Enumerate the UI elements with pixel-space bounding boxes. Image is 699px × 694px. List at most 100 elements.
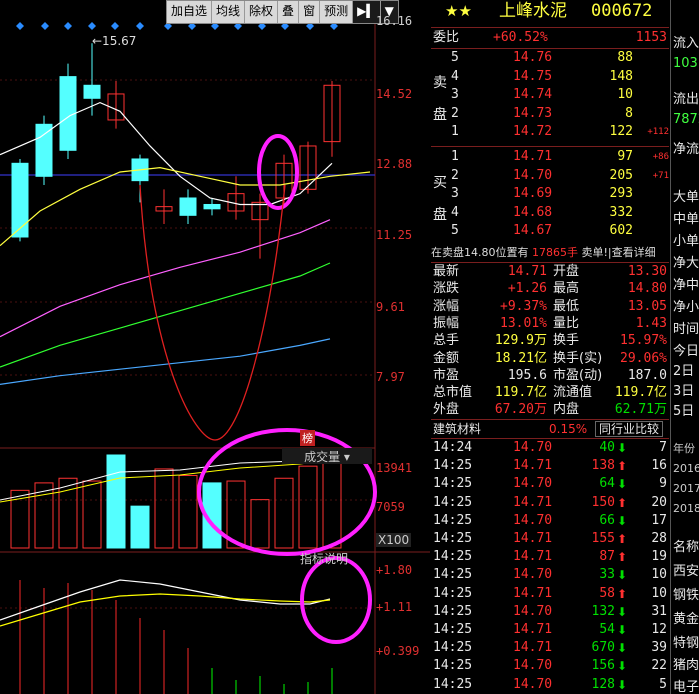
side-item[interactable]: 今日 — [673, 340, 699, 359]
sell-level-row[interactable]: 5 14.76 88 — [431, 49, 669, 67]
exright-button[interactable]: 除权 — [245, 1, 279, 23]
side-item[interactable]: 5日 — [673, 400, 694, 419]
side-item[interactable]: 小单 — [673, 230, 699, 249]
side-item[interactable]: 净大 — [673, 252, 699, 271]
tick-volume: 156 — [591, 658, 615, 674]
tick-volume: 54 — [599, 622, 615, 637]
side-item[interactable]: 1031 — [673, 56, 699, 71]
tick-price: 14.71 — [513, 549, 553, 565]
tick-price: 14.70 — [513, 603, 553, 619]
annotation-circle-indicator — [300, 556, 372, 644]
sector-name[interactable]: 建筑材料 — [433, 420, 481, 438]
sell-level-row[interactable]: 4 14.75 148 — [431, 68, 669, 86]
candle-body — [83, 84, 101, 99]
side-item[interactable]: 流入 — [673, 32, 699, 51]
notice-volume: 17865手 — [532, 246, 578, 259]
side-item[interactable]: 黄金 — [673, 608, 699, 627]
arrow-down-icon: ⬇ — [616, 604, 627, 619]
side-item[interactable]: 大单 — [673, 186, 699, 205]
tick-time: 14:25 — [433, 458, 473, 474]
tick-count: 10 — [651, 567, 667, 583]
level-price: 14.72 — [513, 124, 553, 139]
side-item[interactable]: 电子 — [673, 676, 699, 694]
level-price: 14.70 — [513, 167, 553, 183]
tick-count: 12 — [651, 622, 667, 637]
tick-price: 14.70 — [513, 440, 553, 455]
tick-volume: 155 — [591, 531, 615, 546]
sell-level-row[interactable]: 1 14.72 122 +112 — [431, 123, 669, 141]
tick-count: 7 — [659, 440, 667, 455]
stat-value: 187.0 — [627, 367, 667, 383]
volume-label: 成交量 — [304, 450, 341, 464]
ma-lines-group — [0, 101, 371, 385]
forecast-button[interactable]: 预测 — [320, 1, 354, 23]
ma-button[interactable]: 均线 — [212, 1, 246, 23]
volume-bar — [130, 505, 150, 549]
side-item[interactable]: 净中 — [673, 274, 699, 293]
notice-row[interactable]: 在卖盘14.80位置有 17865手 卖单!|查看详细 — [431, 244, 669, 262]
side-item[interactable]: 西安 — [673, 560, 699, 579]
stat-row: 振幅 13.01% 量比 1.43 — [431, 315, 669, 333]
notice-detail-link[interactable]: 查看详细 — [612, 246, 656, 259]
tick-row: 14:25 14.71 54 ⬇ 12 — [431, 621, 669, 639]
tick-row: 14:25 14.70 66 ⬇ 17 — [431, 512, 669, 530]
tick-count: 20 — [651, 494, 667, 510]
industry-compare-button[interactable]: 同行业比较 — [595, 421, 664, 437]
level-volume: 293 — [609, 186, 633, 201]
indicator-level: +1.11 — [376, 600, 413, 614]
side-item[interactable]: 猪肉 — [673, 654, 699, 673]
sell-level-row[interactable]: 3 14.74 10 — [431, 86, 669, 104]
side-item[interactable]: 2018 — [673, 502, 699, 515]
stat-label: 总手 — [433, 333, 460, 349]
candle-body — [179, 197, 197, 216]
buy-level-row[interactable]: 5 14.67 602 — [431, 222, 669, 240]
price-level: 7.97 — [376, 370, 405, 384]
side-item[interactable]: 中单 — [673, 208, 699, 227]
sell-level-row[interactable]: 2 14.73 8 — [431, 105, 669, 123]
volume-indicator-select[interactable]: 成交量 ▾ — [282, 448, 372, 464]
side-item[interactable]: 时间 — [673, 318, 699, 337]
tick-time: 14:25 — [433, 549, 473, 565]
kline-chart-panel[interactable]: 加自选 均线 除权 叠 窗 预测 ▶▍ ▼ ←15.67 16.16 14.52… — [0, 0, 430, 694]
level-price: 14.68 — [513, 204, 553, 220]
notice-text: 在卖盘14.80位置有 — [431, 246, 529, 259]
buy-level-row[interactable]: 3 14.69 293 — [431, 185, 669, 203]
side-item[interactable]: 净小 — [673, 296, 699, 315]
buy-level-row[interactable]: 2 14.70 205 +71 — [431, 167, 669, 185]
side-item[interactable]: 3日 — [673, 380, 694, 399]
side-item[interactable]: 流出 — [673, 88, 699, 107]
arrow-up-icon: ⬆ — [616, 459, 627, 474]
kline-chart-svg[interactable] — [0, 0, 430, 694]
stat-row: 最新 14.71 开盘 13.30 — [431, 263, 669, 281]
window-button[interactable]: 窗 — [299, 1, 321, 23]
stat-label: 开盘 — [553, 264, 580, 279]
side-item[interactable]: 2016 — [673, 462, 699, 475]
indicator-dif-line — [0, 579, 331, 621]
tick-price: 14.70 — [513, 476, 553, 492]
stat-value: 13.05 — [627, 298, 667, 314]
overlay-button[interactable]: 叠 — [278, 1, 300, 23]
tick-price: 14.70 — [513, 676, 553, 692]
buy-level-row[interactable]: 1 14.71 97 +86 — [431, 148, 669, 166]
side-item[interactable]: 2日 — [673, 360, 694, 379]
stat-label: 最高 — [553, 281, 580, 297]
level-number: 3 — [451, 87, 459, 102]
side-item[interactable]: 特钢 — [673, 632, 699, 651]
tick-volume: 670 — [591, 640, 615, 656]
add-watchlist-button[interactable]: 加自选 — [167, 1, 213, 23]
side-item[interactable]: 钢铁 — [673, 584, 699, 603]
side-item[interactable]: 年份 — [673, 440, 695, 456]
annotation-circle-price — [257, 134, 299, 210]
ranking-tag[interactable]: 榜 — [300, 430, 315, 446]
stat-row: 市盈 195.6 市盈(动) 187.0 — [431, 367, 669, 385]
side-item[interactable]: 净流 — [673, 138, 699, 157]
indicator-help-link[interactable]: 指标说明 — [300, 550, 348, 567]
stat-value: 119.7亿 — [614, 385, 667, 401]
side-item[interactable]: 7872 — [673, 112, 699, 127]
stat-value: 62.71万 — [614, 402, 667, 418]
buy-level-row[interactable]: 4 14.68 332 — [431, 204, 669, 222]
side-item[interactable]: 2017 — [673, 482, 699, 495]
arrow-up-icon: ⬆ — [616, 532, 627, 546]
stat-label: 涨跌 — [433, 281, 460, 297]
side-item[interactable]: 名称 — [673, 536, 699, 555]
